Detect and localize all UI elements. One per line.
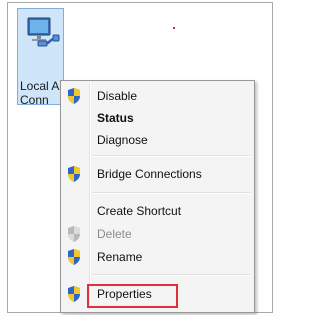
red-dot-mark (173, 27, 175, 29)
menu-separator (93, 155, 250, 157)
menu-item-label: Delete (97, 227, 132, 241)
menu-item-diagnose[interactable]: Diagnose (63, 129, 252, 151)
menu-item-disable[interactable]: Disable (63, 85, 252, 107)
menu-item-rename[interactable]: Rename (63, 246, 252, 268)
menu-separator (93, 192, 250, 194)
menu-item-label: Create Shortcut (97, 204, 182, 218)
screenshot-stage: Local A Conn Disable Status Diagnose Bri… (0, 0, 281, 315)
uac-shield-icon (68, 88, 80, 104)
uac-shield-icon (68, 286, 80, 302)
local-area-connection-item[interactable]: Local A Conn (17, 8, 64, 107)
menu-separator (93, 274, 250, 276)
menu-item-label: Disable (97, 89, 138, 103)
menu-item-label: Diagnose (97, 133, 148, 147)
menu-item-create-shortcut[interactable]: Create Shortcut (63, 200, 252, 222)
menu-item-bridge-connections[interactable]: Bridge Connections (63, 163, 252, 185)
properties-highlight-box (87, 284, 178, 308)
local-area-connection-label: Local A Conn (20, 79, 60, 107)
context-menu: Disable Status Diagnose Bridge Connectio… (60, 80, 255, 313)
menu-item-delete: Delete (63, 223, 252, 245)
network-connection-icon (27, 17, 60, 47)
menu-item-label: Status (97, 111, 134, 125)
menu-item-status[interactable]: Status (63, 107, 252, 129)
uac-shield-icon (68, 166, 80, 182)
uac-shield-icon (68, 249, 80, 265)
menu-item-label: Bridge Connections (97, 167, 202, 181)
uac-shield-icon (68, 226, 80, 242)
menu-item-label: Rename (97, 250, 143, 264)
